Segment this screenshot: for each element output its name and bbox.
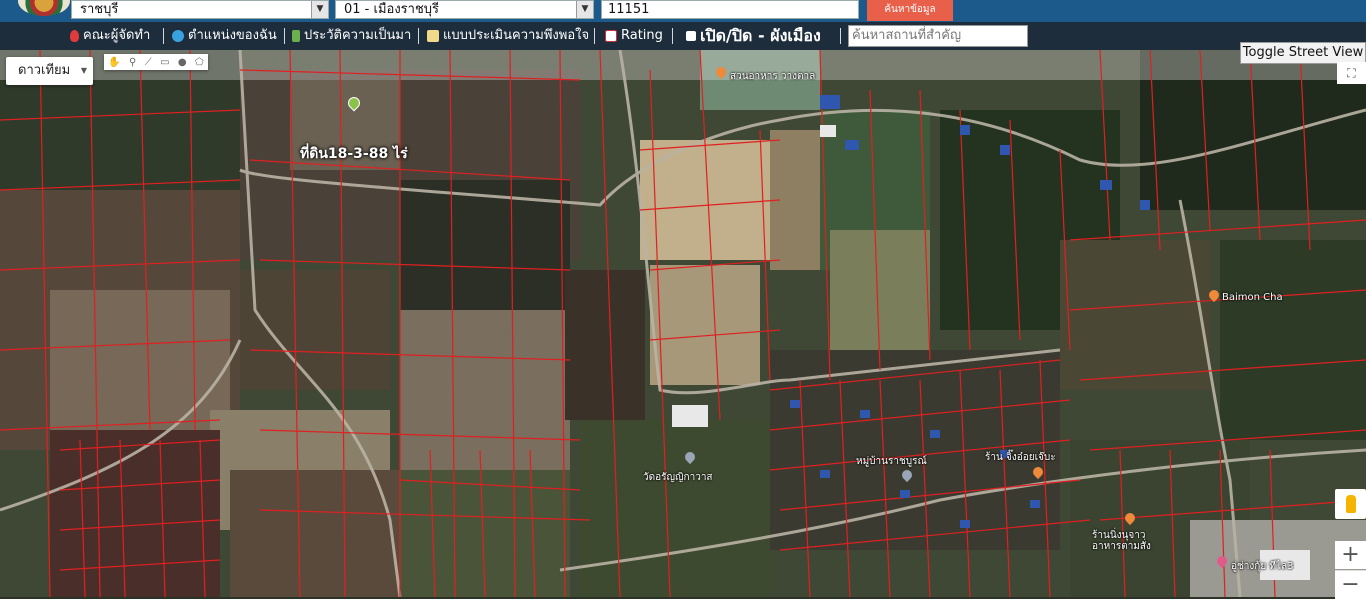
chevron-down-icon: ▼ [311,1,328,18]
nav-item-history[interactable]: ประวัติความเป็นมา [292,22,411,50]
place-search-input[interactable]: ค้นหาสถานที่สำคัญ [848,25,1028,47]
nav-item-survey[interactable]: แบบประเมินความพึงพอใจ [427,22,589,50]
poi-label: หมู่บ้านราชบูรณ์ [856,456,927,467]
rectangle-icon[interactable]: ▭ [160,57,169,68]
checkbox-icon[interactable] [686,31,696,41]
nav-item-rating[interactable]: Rating [605,22,663,50]
globe-icon [172,30,184,42]
top-filter-bar: ราชบุรี ▼ 01 - เมืองราชบุรี ▼ 11151 ค้นห… [0,0,1366,22]
drop-icon [70,30,79,42]
city-plan-toggle-label: เปิด/ปิด - ผังเมือง [700,26,821,45]
chart-icon [605,30,617,42]
nav-separator [840,28,841,44]
sprout-icon [292,30,300,42]
nav-item-label: คณะผู้จัดทำ [83,28,151,43]
marker-icon[interactable]: ⚲ [129,57,136,68]
pegman-icon[interactable] [1335,489,1366,519]
province-value: ราชบุรี [80,2,119,17]
search-data-button[interactable]: ค้นหาข้อมูล [867,0,953,21]
nav-separator [163,28,164,44]
polygon-icon[interactable]: ⬠ [195,57,204,68]
zoom-out-button[interactable]: − [1335,570,1366,599]
poi-label: สวนอาหาร วางตาล [730,71,816,82]
city-plan-toggle[interactable]: เปิด/ปิด - ผังเมือง [686,22,821,50]
satellite-map[interactable]: ที่ดิน18-3-88 ไร่ สวนอาหาร วางตาล Baimon… [0,50,1366,597]
map-type-select[interactable]: ดาวเทียม ▼ [6,57,93,85]
nav-item-label: แบบประเมินความพึงพอใจ [443,28,590,43]
notepad-icon [427,30,439,42]
nav-separator [594,28,595,44]
postcode-input[interactable]: 11151 [601,0,859,19]
district-select[interactable]: 01 - เมืองราชบุรี ▼ [335,0,594,19]
toggle-street-view-button[interactable]: Toggle Street View [1240,42,1366,64]
chevron-down-icon: ▼ [576,1,593,18]
nav-separator [672,28,673,44]
chevron-down-icon: ▼ [80,66,87,75]
poi-label: วัดอรัญญิกาวาส [643,472,713,483]
logo-icon [18,0,70,16]
hand-icon[interactable]: ✋ [108,57,120,68]
poi-label: Baimon Cha [1222,292,1283,303]
fullscreen-icon[interactable]: ⛶ [1337,62,1366,84]
nav-item-label: ตำแหน่งของฉัน [188,28,277,43]
nav-item-label: ประวัติความเป็นมา [304,28,412,43]
zoom-in-button[interactable]: + [1335,541,1366,569]
poi-label: อู่ช่างกุ้ย ทีไล3 [1231,561,1294,572]
district-value: 01 - เมืองราชบุรี [344,2,440,17]
province-select[interactable]: ราชบุรี ▼ [71,0,329,19]
drawing-toolbar: ✋ ⚲ ⟋ ▭ ● ⬠ [104,54,208,70]
poi-label: ร้านนิ่งนุจาว อาหารตามสั่ง [1092,530,1151,552]
nav-separator [418,28,419,44]
circle-icon[interactable]: ● [178,57,187,68]
nav-item-label: Rating [621,28,663,43]
parcel-label: ที่ดิน18-3-88 ไร่ [300,146,408,162]
nav-item-team[interactable]: คณะผู้จัดทำ [70,22,150,50]
polyline-icon[interactable]: ⟋ [145,57,152,68]
nav-bar: คณะผู้จัดทำ ตำแหน่งของฉัน ประวัติความเป็… [0,22,1366,50]
map-imagery [0,50,1366,597]
nav-separator [284,28,285,44]
nav-item-my-location[interactable]: ตำแหน่งของฉัน [172,22,277,50]
poi-label: ร้าน จิ๊งอ๋อยเจ๊บะ [985,452,1056,463]
map-type-value: ดาวเทียม [18,63,71,78]
